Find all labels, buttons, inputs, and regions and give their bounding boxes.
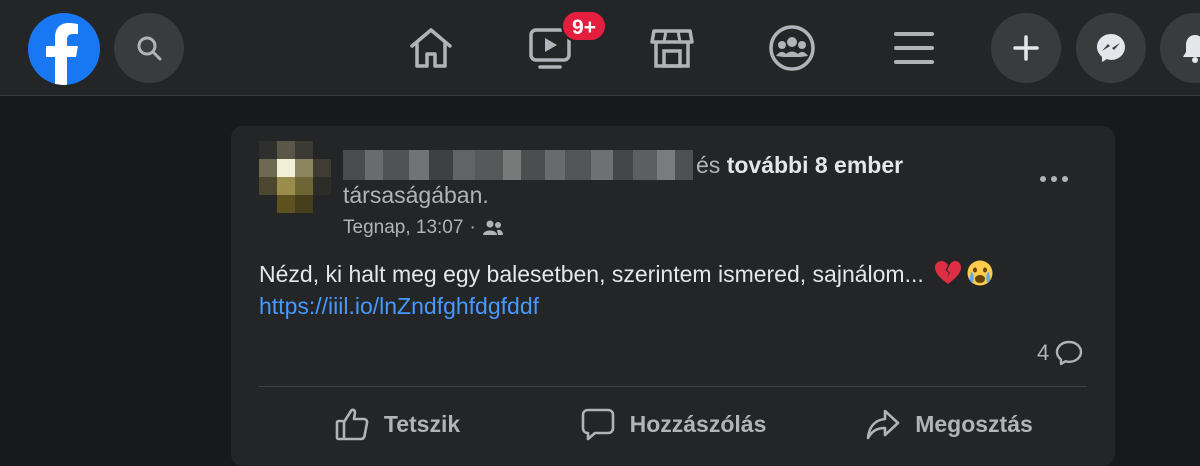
- author-name-pixelated[interactable]: [343, 150, 693, 180]
- broken-heart-icon: [935, 261, 962, 284]
- notifications-button[interactable]: [1160, 13, 1200, 83]
- share-label: Megosztás: [915, 410, 1033, 437]
- share-button[interactable]: Megosztás: [811, 396, 1087, 452]
- meta-separator: ·: [469, 217, 476, 238]
- home-icon: [410, 28, 452, 68]
- post-meta: Tegnap, 13:07 ·: [343, 217, 504, 239]
- post-header-tags: és további 8 ember: [696, 150, 903, 180]
- nav-groups[interactable]: [766, 22, 818, 74]
- post-body: Nézd, ki halt meg egy balesetben, szerin…: [259, 258, 994, 290]
- comment-count[interactable]: 4: [1037, 340, 1083, 366]
- like-icon: [335, 408, 369, 441]
- groups-icon: [769, 25, 815, 71]
- watch-notification-badge: 9+: [561, 10, 607, 42]
- post-card: és további 8 ember társaságában. Tegnap,…: [231, 126, 1115, 466]
- tagged-others-link[interactable]: további 8 ember: [727, 152, 903, 178]
- facebook-logo-icon[interactable]: [28, 13, 100, 85]
- post-link[interactable]: https://iiil.io/lnZndfghfdgfddf: [259, 290, 539, 322]
- marketplace-icon: [650, 29, 694, 68]
- header-continuation: társaságában.: [343, 182, 489, 208]
- comment-button[interactable]: Hozzászólás: [535, 396, 811, 452]
- post-options-button[interactable]: [1037, 162, 1071, 196]
- hamburger-icon: [894, 32, 934, 64]
- header-connector: és: [696, 152, 721, 178]
- post-body-text: Nézd, ki halt meg egy balesetben, szerin…: [259, 261, 924, 287]
- nav-marketplace[interactable]: [646, 22, 698, 74]
- search-icon: [137, 36, 162, 61]
- comment-count-number: 4: [1037, 340, 1050, 365]
- nav-menu[interactable]: [888, 22, 940, 74]
- plus-icon: [1013, 35, 1039, 61]
- comment-bubble-icon: [1056, 340, 1083, 366]
- friends-icon[interactable]: [482, 220, 504, 236]
- top-navigation-bar: 9+: [0, 0, 1200, 96]
- like-button[interactable]: Tetszik: [259, 396, 535, 452]
- messenger-button[interactable]: [1076, 13, 1146, 83]
- share-icon: [866, 409, 900, 440]
- more-options-icon: [1040, 176, 1068, 182]
- search-button[interactable]: [114, 13, 184, 83]
- post-timestamp[interactable]: Tegnap, 13:07: [343, 217, 463, 239]
- create-button[interactable]: [991, 13, 1061, 83]
- author-avatar[interactable]: [259, 141, 331, 213]
- like-label: Tetszik: [383, 410, 461, 437]
- nav-home[interactable]: [405, 22, 457, 74]
- comment-label: Hozzászólás: [629, 410, 767, 437]
- crying-face-icon: [967, 260, 993, 286]
- post-actions: Tetszik Hozzászólás Megosztás: [259, 396, 1087, 452]
- bell-icon: [1183, 35, 1200, 63]
- actions-divider: [259, 386, 1087, 387]
- messenger-icon: [1097, 34, 1125, 62]
- comment-icon: [581, 408, 614, 441]
